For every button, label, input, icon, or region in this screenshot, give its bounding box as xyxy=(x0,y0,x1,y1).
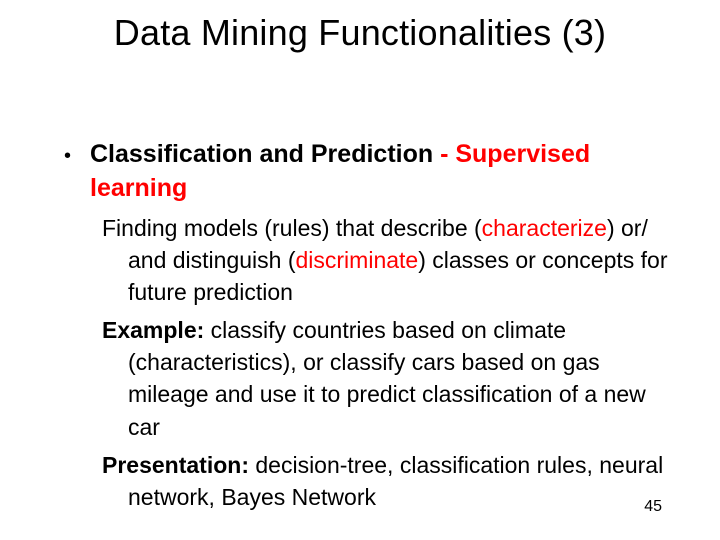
presentation-lead: Presentation: xyxy=(102,452,249,478)
page-number: 45 xyxy=(644,498,662,516)
bullet-headline: Classification and Prediction xyxy=(90,140,433,168)
content-block: Finding models (rules) that describe (ch… xyxy=(102,212,680,514)
bullet-item: • Classification and Prediction - Superv… xyxy=(64,138,680,172)
bullet-dot-icon: • xyxy=(64,138,90,170)
slide-title: Data Mining Functionalities (3) xyxy=(0,12,720,54)
slide-body: • Classification and Prediction - Superv… xyxy=(64,138,680,519)
highlight-characterize: characterize xyxy=(482,215,607,241)
bullet-subtitle-2: learning xyxy=(90,172,680,206)
bullet-subtitle-1: Supervised xyxy=(455,140,590,168)
example-text: classify countries based on climate (cha… xyxy=(128,317,646,440)
paragraph-presentation: Presentation: decision-tree, classificat… xyxy=(102,449,680,513)
text-run: Finding models (rules) that describe ( xyxy=(102,215,482,241)
paragraph-example: Example: classify countries based on cli… xyxy=(102,314,680,443)
highlight-discriminate: discriminate xyxy=(296,247,419,273)
slide: Data Mining Functionalities (3) • Classi… xyxy=(0,0,720,540)
paragraph-description: Finding models (rules) that describe (ch… xyxy=(102,212,680,309)
bullet-subtitle-sep: - xyxy=(433,140,455,168)
bullet-headline-wrap: Classification and Prediction - Supervis… xyxy=(90,138,590,172)
example-lead: Example: xyxy=(102,317,204,343)
